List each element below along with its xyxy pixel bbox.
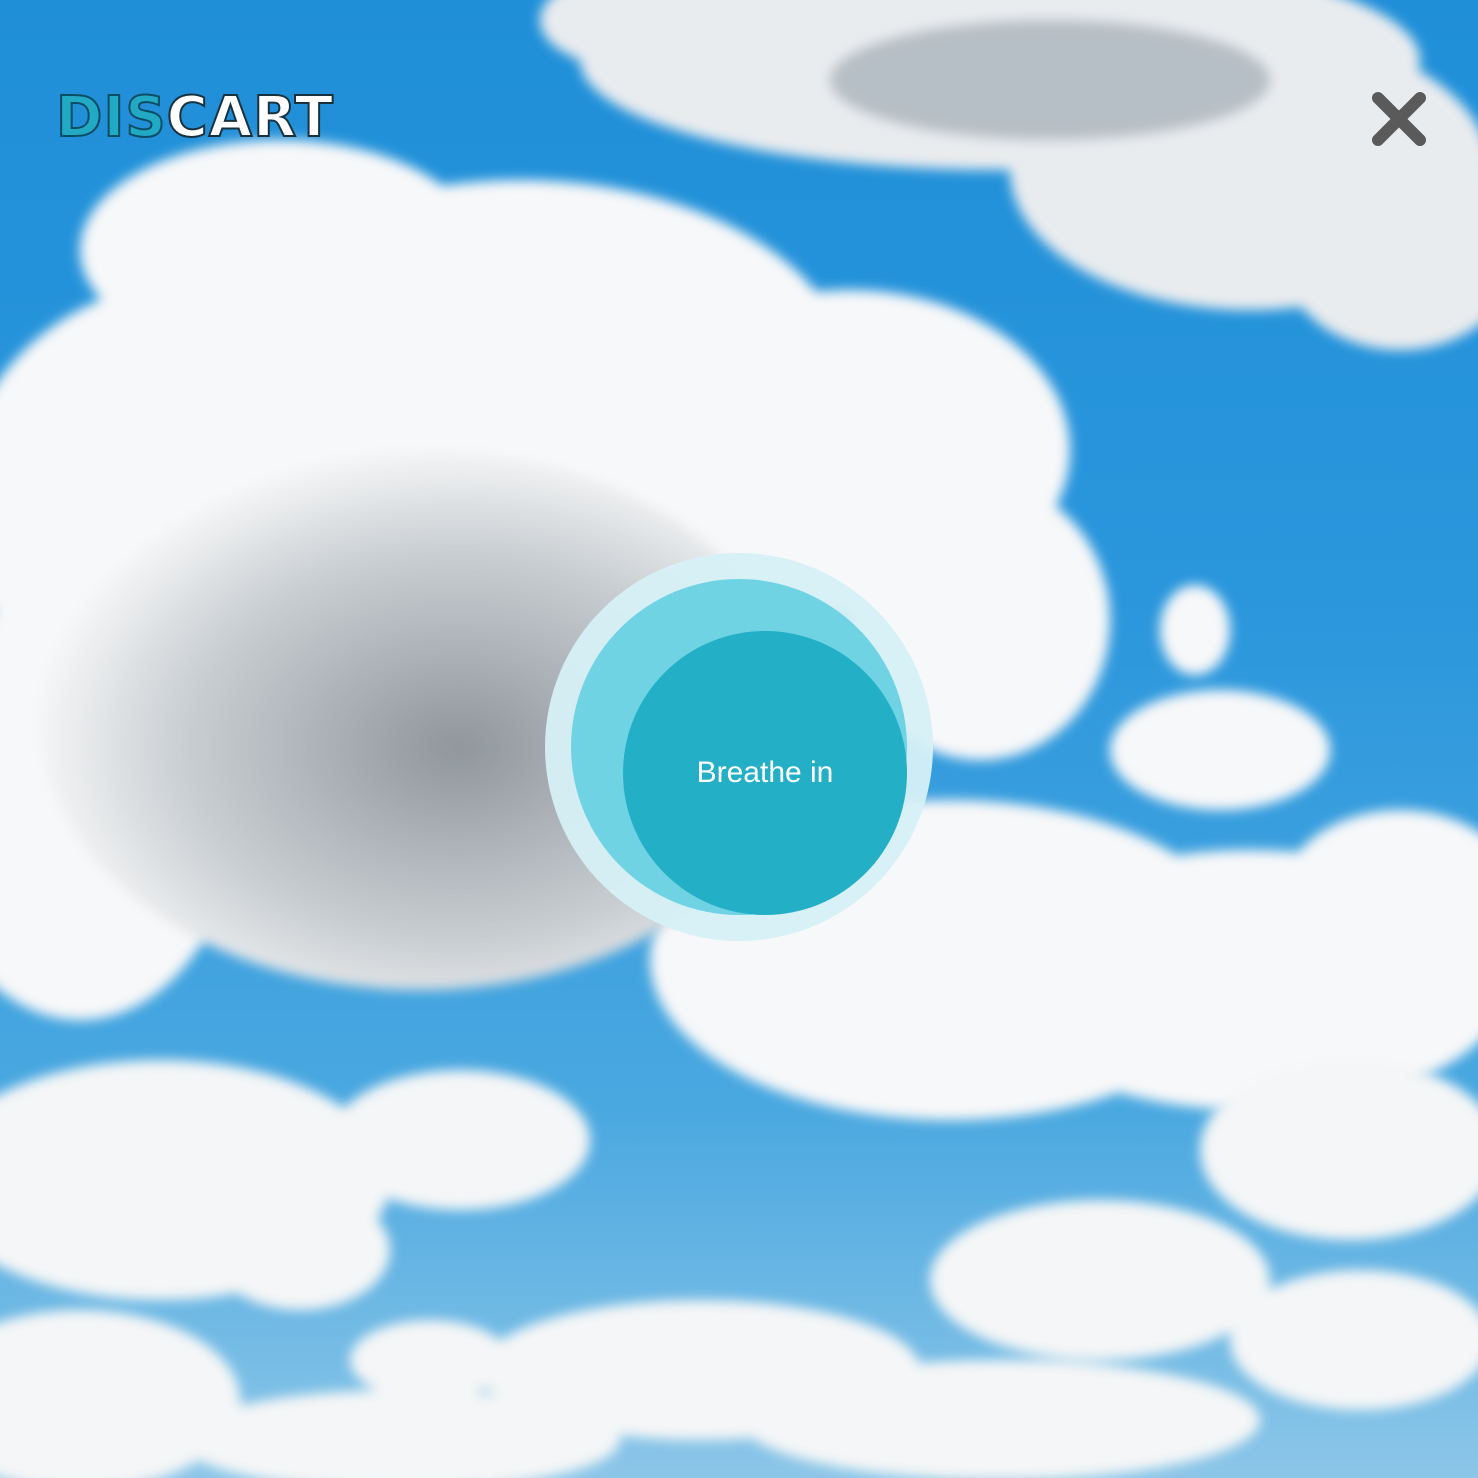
breathing-circle-middle-ring: Breathe in <box>571 579 907 915</box>
logo-part-dis: DIS <box>55 85 167 151</box>
close-icon <box>1372 92 1426 146</box>
breathing-circle-outer-ring: Breathe in <box>545 553 933 941</box>
discart-logo[interactable]: DISCART <box>55 85 334 151</box>
breathing-instruction: Breathe in <box>696 756 834 789</box>
logo-part-cart: CART <box>166 85 334 151</box>
close-button[interactable] <box>1368 88 1430 150</box>
breathing-circle[interactable]: Breathe in <box>623 631 907 915</box>
